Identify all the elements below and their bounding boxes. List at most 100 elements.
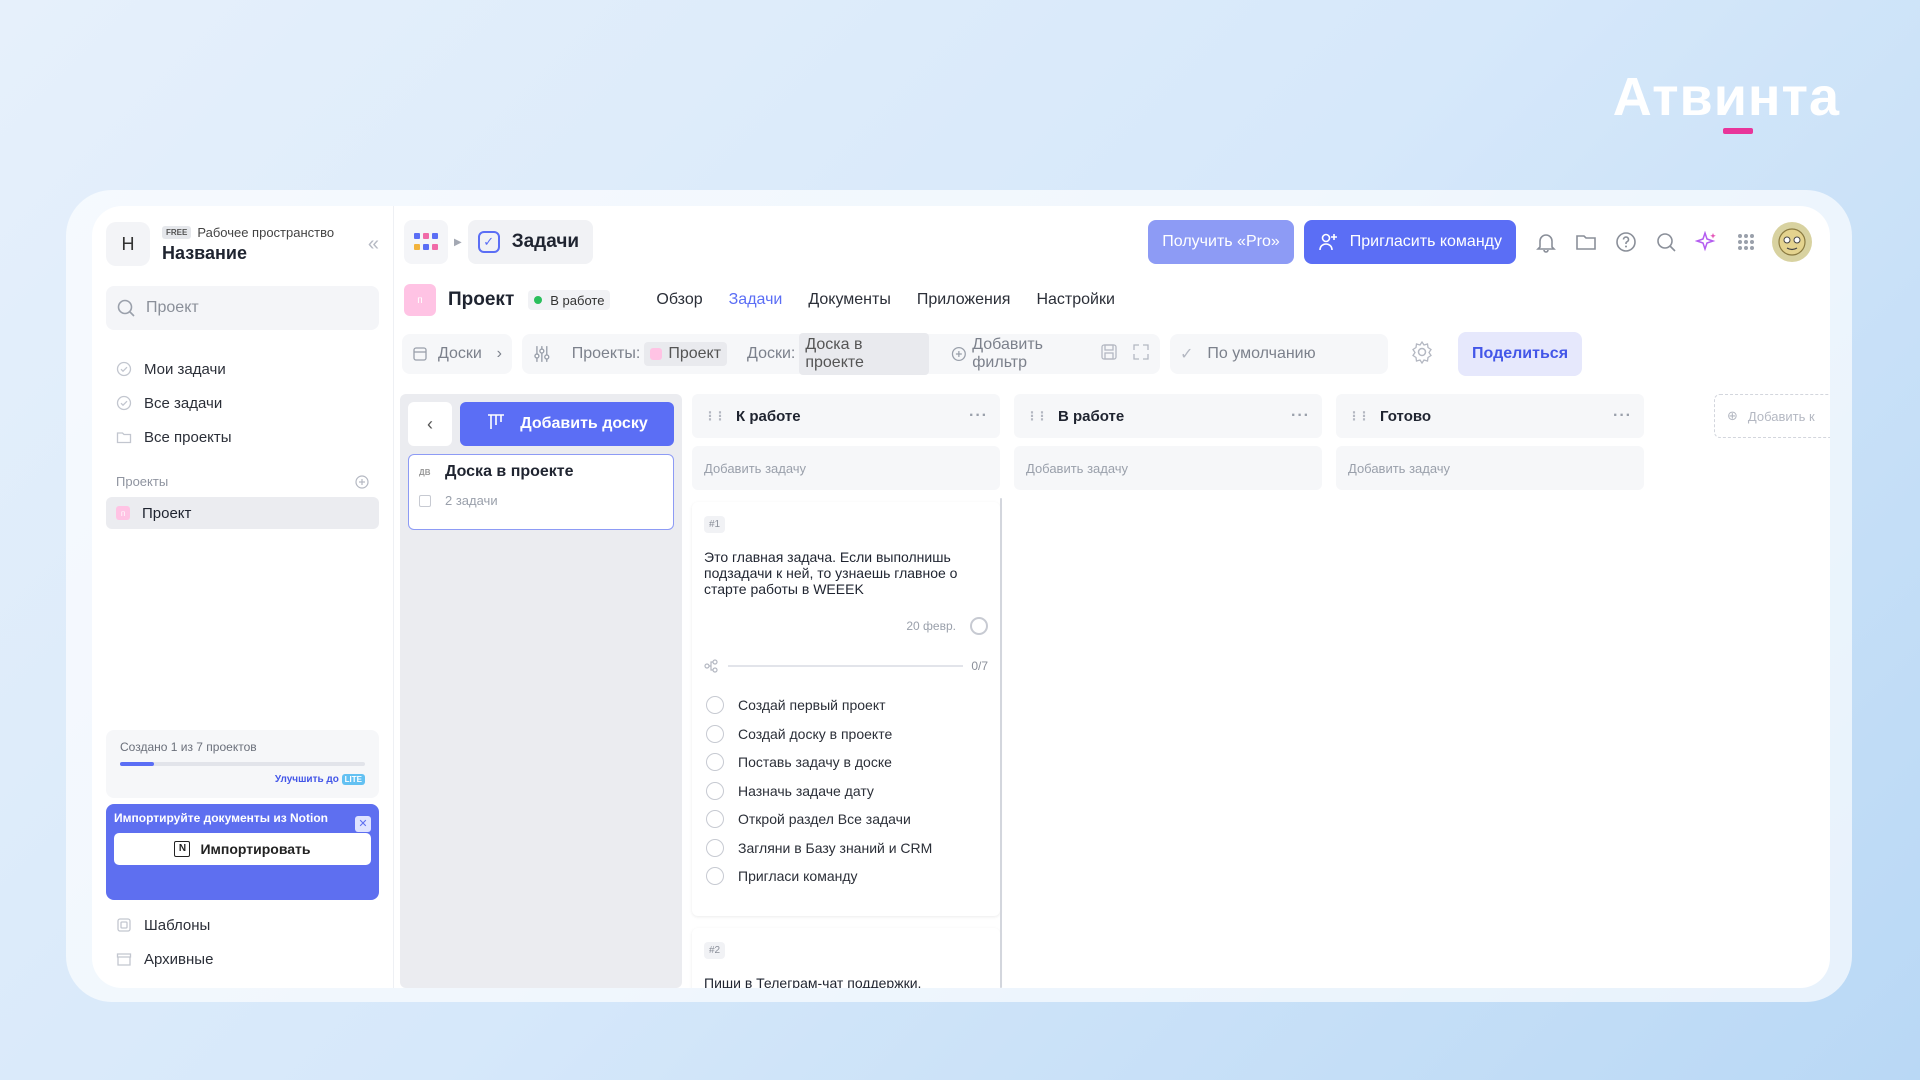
add-task-input[interactable]: Добавить задачу <box>1336 446 1644 490</box>
add-task-input[interactable]: Добавить задачу <box>1014 446 1322 490</box>
subtask-item[interactable]: Пригласи команду <box>704 862 988 891</box>
bell-icon[interactable] <box>1526 222 1566 262</box>
tab-overview[interactable]: Обзор <box>656 291 702 309</box>
tab-settings[interactable]: Настройки <box>1036 291 1114 309</box>
workspace-header[interactable]: Н FREE Рабочее пространство Название « <box>106 220 379 268</box>
plan-badge: FREE <box>162 225 192 239</box>
task-number: #2 <box>704 942 726 959</box>
page-title-chip[interactable]: ✓ Задачи <box>467 220 594 264</box>
column-in-progress: ⋮⋮ В работе ··· Добавить задачу <box>1014 394 1322 490</box>
sidebar-item-project[interactable]: п Проект <box>106 497 379 529</box>
drag-handle-icon[interactable]: ⋮⋮ <box>1348 409 1370 423</box>
check-circle-icon <box>116 361 132 377</box>
subtask-checkbox-icon[interactable] <box>706 753 724 772</box>
import-button[interactable]: N Импортировать <box>114 833 371 865</box>
projects-filter[interactable]: Проекты: Проект <box>572 342 728 366</box>
breadcrumb-separator-icon: ▶ <box>454 236 462 248</box>
subtask-item[interactable]: Поставь задачу в доске <box>704 748 988 777</box>
invite-team-button[interactable]: Пригласить команду <box>1303 220 1516 264</box>
main-area: ▶ ✓ Задачи Получить «Pro» Пригласить ком… <box>394 206 1830 988</box>
complete-task-icon[interactable] <box>970 617 988 635</box>
subtask-checkbox-icon[interactable] <box>706 838 724 857</box>
back-button[interactable]: ‹ <box>408 402 452 446</box>
sidebar-item-all-projects[interactable]: Все проекты <box>106 420 379 454</box>
add-project-icon[interactable] <box>355 474 369 489</box>
apps-grid-button[interactable] <box>404 220 448 264</box>
check-circle-icon <box>116 395 132 411</box>
menu-grid-icon[interactable] <box>1726 222 1766 262</box>
share-button[interactable]: Поделиться <box>1458 332 1583 376</box>
add-task-input[interactable]: Добавить задачу <box>692 446 1000 490</box>
sidebar-item-archive[interactable]: Архивные <box>106 942 379 976</box>
folder-icon <box>116 432 132 444</box>
get-pro-button[interactable]: Получить «Pro» <box>1148 220 1294 264</box>
tab-documents[interactable]: Документы <box>808 291 890 309</box>
subtask-item[interactable]: Создай доску в проекте <box>704 720 988 749</box>
add-filter-button[interactable]: Добавить фильтр <box>951 336 1100 372</box>
sort-select[interactable]: ✓ По умолчанию <box>1170 334 1388 374</box>
workspace-avatar[interactable]: Н <box>106 222 150 266</box>
boards-toggle[interactable]: Доски › <box>402 334 512 374</box>
subtask-checkbox-icon[interactable] <box>706 781 724 800</box>
filter-settings-icon[interactable] <box>532 344 552 364</box>
more-icon[interactable]: ··· <box>969 407 988 425</box>
templates-icon <box>117 918 131 932</box>
workspace-label: Рабочее пространство <box>197 224 335 240</box>
sidebar-nav: Мои задачи Все задачи Все проекты <box>106 352 379 454</box>
column-header[interactable]: ⋮⋮ В работе ··· <box>1014 394 1322 438</box>
search-icon[interactable] <box>1646 222 1686 262</box>
subtask-checkbox-icon[interactable] <box>706 696 724 715</box>
brand-logo: Атвинта <box>1613 66 1840 134</box>
task-card[interactable]: #2 Пиши в Телеграм-чат поддержки, <box>692 928 1000 988</box>
subtask-checkbox-icon[interactable] <box>706 810 724 829</box>
help-icon[interactable] <box>1606 222 1646 262</box>
sparkle-ai-icon[interactable] <box>1686 222 1726 262</box>
add-user-icon <box>1318 233 1337 251</box>
task-date[interactable]: 20 февр. <box>906 619 956 633</box>
more-icon[interactable]: ··· <box>1291 407 1310 425</box>
column-header[interactable]: ⋮⋮ К работе ··· <box>692 394 1000 438</box>
gear-icon[interactable] <box>1410 340 1434 369</box>
search-input[interactable]: Проект <box>106 286 379 330</box>
column-scrollbar[interactable] <box>1000 498 1002 988</box>
task-card[interactable]: #1 Это главная задача. Если выполнишь по… <box>692 502 1000 916</box>
save-icon[interactable] <box>1100 343 1118 366</box>
board-area: ‹ Добавить доску ДВ Доска в проекте 2 зад… <box>400 394 1830 988</box>
subtask-checkbox-icon[interactable] <box>706 724 724 743</box>
subtask-item[interactable]: Открой раздел Все задачи <box>704 805 988 834</box>
projects-header-label: Проекты <box>116 474 169 489</box>
project-name[interactable]: Проект <box>448 289 514 311</box>
column-todo: ⋮⋮ К работе ··· Добавить задачу #1 Это г… <box>692 394 1002 988</box>
column-header[interactable]: ⋮⋮ Готово ··· <box>1336 394 1644 438</box>
apps-grid-icon <box>414 233 438 250</box>
tab-tasks[interactable]: Задачи <box>729 291 783 309</box>
sidebar-item-label: Архивные <box>144 950 214 968</box>
plus-circle-icon <box>951 346 966 362</box>
sidebar-item-my-tasks[interactable]: Мои задачи <box>106 352 379 386</box>
sidebar-item-templates[interactable]: Шаблоны <box>106 908 379 942</box>
topbar: ▶ ✓ Задачи Получить «Pro» Пригласить ком… <box>394 206 1830 278</box>
close-icon[interactable]: ✕ <box>355 816 371 832</box>
user-avatar[interactable] <box>1772 222 1812 262</box>
drag-handle-icon[interactable]: ⋮⋮ <box>704 409 726 423</box>
board-card[interactable]: ДВ Доска в проекте 2 задачи <box>408 454 674 530</box>
add-column-button[interactable]: ⊕ Добавить к <box>1714 394 1830 438</box>
sidebar-item-all-tasks[interactable]: Все задачи <box>106 386 379 420</box>
drag-handle-icon[interactable]: ⋮⋮ <box>1026 409 1048 423</box>
collapse-sidebar-icon[interactable]: « <box>368 233 379 256</box>
subtask-item[interactable]: Создай первый проект <box>704 691 988 720</box>
more-icon[interactable]: ··· <box>1613 407 1632 425</box>
upgrade-link[interactable]: Улучшить до LITE <box>120 774 365 785</box>
add-board-button[interactable]: Добавить доску <box>460 402 674 446</box>
expand-icon[interactable] <box>1132 343 1150 366</box>
tab-apps[interactable]: Приложения <box>917 291 1011 309</box>
boards-filter[interactable]: Доски: Доска в проекте <box>747 333 929 375</box>
subtask-checkbox-icon[interactable] <box>706 867 724 886</box>
project-color-icon: п <box>116 506 130 520</box>
column-title: В работе <box>1058 407 1125 425</box>
folder-icon[interactable] <box>1566 222 1606 262</box>
status-badge[interactable]: В работе <box>528 290 611 310</box>
subtask-item[interactable]: Загляни в Базу знаний и CRM <box>704 834 988 863</box>
subtask-item[interactable]: Назначь задаче дату <box>704 777 988 806</box>
notion-icon: N <box>174 841 191 857</box>
